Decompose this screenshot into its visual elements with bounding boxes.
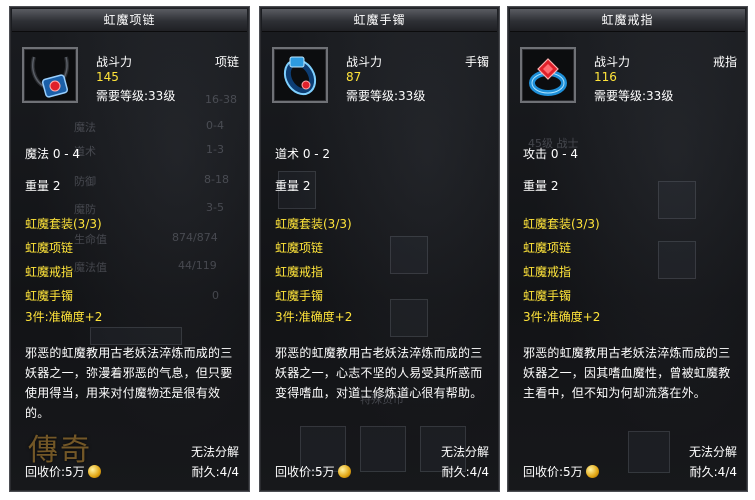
recycle-price: 回收价:5万 bbox=[275, 463, 351, 480]
set-item: 虹魔手镯 bbox=[275, 289, 324, 303]
item-description: 邪恶的虹魔教用古老妖法淬炼而成的三妖器之一，心志不坚的人易受其所惑而变得嗜血，对… bbox=[275, 346, 483, 400]
item-weight: 重量 2 bbox=[25, 179, 61, 193]
bg-label: 0-4 bbox=[206, 119, 224, 132]
bg-label: 魔法值 bbox=[74, 261, 107, 274]
item-description: 邪恶的虹魔教用古老妖法淬炼而成的三妖器之一，因其嗜血魔性，曾被虹魔教主看中，但不… bbox=[523, 346, 731, 400]
combat-power-value: 116 bbox=[594, 70, 617, 84]
set-item: 虹魔手镯 bbox=[523, 289, 572, 303]
bg-slot bbox=[390, 299, 428, 337]
item-attribute: 道术 0 - 2 bbox=[275, 147, 331, 161]
bg-label: 魔法 bbox=[74, 121, 96, 134]
combat-power-label: 战斗力 bbox=[594, 55, 631, 69]
bg-slot bbox=[658, 241, 696, 279]
recycle-price-text: 回收价:5万 bbox=[523, 465, 583, 479]
set-item: 虹魔戒指 bbox=[25, 265, 74, 279]
item-attribute: 魔法 0 - 4 bbox=[25, 147, 81, 161]
bg-slot bbox=[628, 431, 670, 473]
recycle-price: 回收价:5万 bbox=[25, 463, 101, 480]
item-weight: 重量 2 bbox=[523, 179, 559, 193]
bracelet-icon bbox=[283, 56, 317, 96]
bg-label: 3-5 bbox=[206, 201, 224, 214]
panel-title: 虹魔戒指 bbox=[510, 9, 745, 32]
set-bonus: 3件:准确度+2 bbox=[523, 310, 601, 324]
bg-slot bbox=[658, 181, 696, 219]
recycle-price-text: 回收价:5万 bbox=[25, 465, 85, 479]
bg-label: 防御 bbox=[74, 175, 96, 188]
set-item: 虹魔项链 bbox=[25, 241, 74, 255]
set-item: 虹魔手镯 bbox=[25, 289, 74, 303]
required-level: 需要等级:33级 bbox=[594, 89, 674, 103]
gold-coin-icon bbox=[337, 465, 351, 478]
set-bonus: 3件:准确度+2 bbox=[275, 310, 353, 324]
bg-slot bbox=[390, 236, 428, 274]
item-attribute: 攻击 0 - 4 bbox=[523, 147, 579, 161]
set-item: 虹魔项链 bbox=[275, 241, 324, 255]
item-slot[interactable] bbox=[22, 47, 78, 103]
set-item: 虹魔项链 bbox=[523, 241, 572, 255]
item-slot[interactable] bbox=[272, 47, 328, 103]
bg-label: 44/119 bbox=[178, 259, 217, 272]
set-name: 虹魔套装(3/3) bbox=[523, 217, 600, 231]
panel-title: 虹魔项链 bbox=[12, 9, 247, 32]
item-slot[interactable] bbox=[520, 47, 576, 103]
ring-icon bbox=[529, 58, 567, 96]
gold-coin-icon bbox=[585, 465, 599, 478]
gold-coin-icon bbox=[87, 465, 101, 478]
bg-label: 0 bbox=[212, 289, 219, 302]
tooltip-panel-necklace: 虹魔项链 16-38 魔法 0-4 道术 1-3 防御 8-18 魔防 3-5 … bbox=[9, 6, 250, 492]
panel-title: 虹魔手镯 bbox=[262, 9, 497, 32]
item-type: 项链 bbox=[214, 55, 239, 69]
required-level: 需要等级:33级 bbox=[96, 89, 176, 103]
bg-label: 1-3 bbox=[206, 143, 224, 156]
bg-skill-slot bbox=[360, 426, 406, 472]
set-item: 虹魔戒指 bbox=[523, 265, 572, 279]
bg-label: 8-18 bbox=[204, 173, 229, 186]
combat-power-label: 战斗力 bbox=[346, 55, 383, 69]
necklace-icon bbox=[30, 56, 69, 98]
combat-power-value: 145 bbox=[96, 70, 119, 84]
tooltip-panel-bracelet: 虹魔手镯 特殊货币 战斗力 手镯 87 需要等级:33级 道术 0 - 2 重量… bbox=[259, 6, 500, 492]
bg-label: 874/874 bbox=[172, 231, 218, 244]
durability: 耐久:4/4 bbox=[441, 465, 489, 479]
recycle-price-text: 回收价:5万 bbox=[275, 465, 335, 479]
combat-power-value: 87 bbox=[346, 70, 362, 84]
item-type: 手镯 bbox=[464, 55, 489, 69]
durability: 耐久:4/4 bbox=[689, 465, 737, 479]
set-name: 虹魔套装(3/3) bbox=[25, 217, 102, 231]
bg-label: 16-38 bbox=[205, 93, 237, 106]
no-split-label: 无法分解 bbox=[440, 445, 489, 459]
no-split-label: 无法分解 bbox=[688, 445, 737, 459]
required-level: 需要等级:33级 bbox=[346, 89, 426, 103]
item-weight: 重量 2 bbox=[275, 179, 311, 193]
combat-power-label: 战斗力 bbox=[96, 55, 133, 69]
no-split-label: 无法分解 bbox=[190, 445, 239, 459]
tooltip-panel-ring: 虹魔戒指 45级 战士 战斗力 戒指 116 需要等级:33级 攻击 0 - 4… bbox=[507, 6, 748, 492]
durability: 耐久:4/4 bbox=[191, 465, 239, 479]
recycle-price: 回收价:5万 bbox=[523, 463, 599, 480]
set-item: 虹魔戒指 bbox=[275, 265, 324, 279]
bg-label: 生命值 bbox=[74, 233, 107, 246]
set-bonus: 3件:准确度+2 bbox=[25, 310, 103, 324]
item-type: 戒指 bbox=[712, 55, 737, 69]
set-name: 虹魔套装(3/3) bbox=[275, 217, 352, 231]
item-description: 邪恶的虹魔教用古老妖法淬炼而成的三妖器之一，弥漫着邪恶的气息，但只要使用得当，用… bbox=[25, 346, 233, 420]
